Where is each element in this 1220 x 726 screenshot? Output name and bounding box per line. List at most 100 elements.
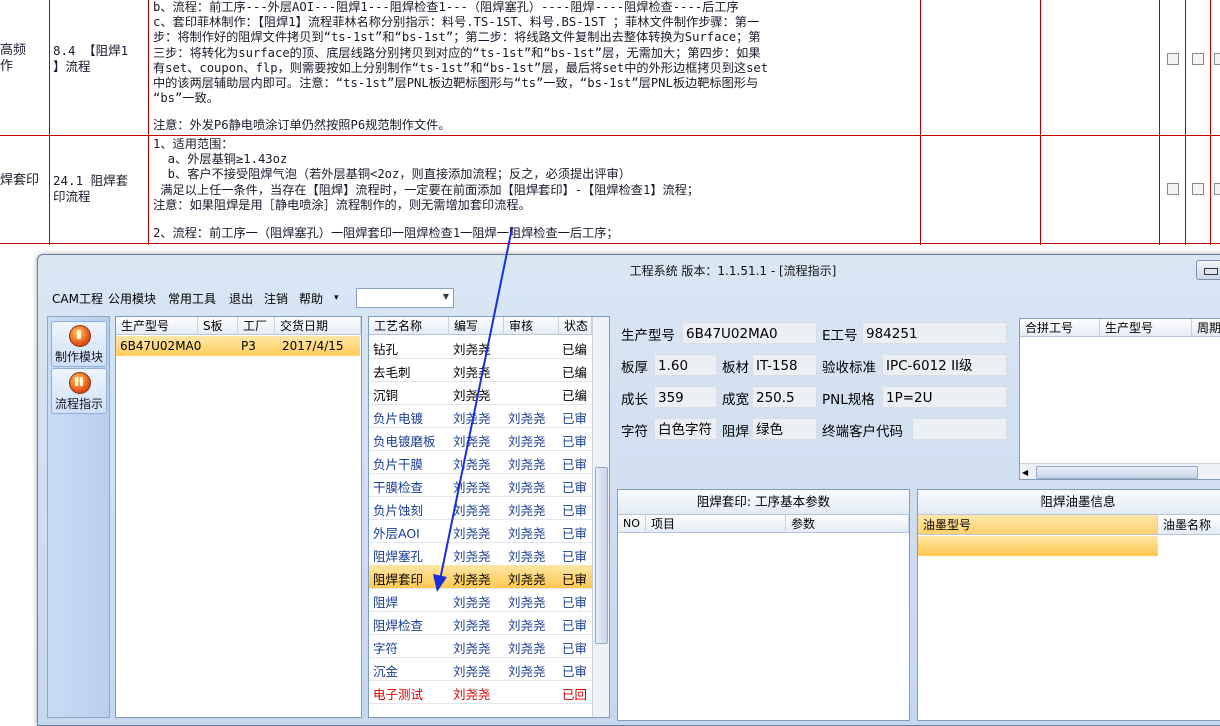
col-cycle[interactable]: 周期 [1192,319,1220,337]
process-name: 阻焊塞孔 [373,549,424,564]
restore-icon [1204,268,1218,275]
table-row[interactable]: 字符 刘尧尧 刘尧尧 已审 [369,634,592,658]
col-s-board[interactable]: S板 [198,317,238,335]
table-row[interactable]: 干膜检查 刘尧尧 刘尧尧 已审 [369,473,592,497]
doc-checkbox[interactable] [1214,183,1220,195]
length-label: 成长 [621,392,648,408]
menu-common-module[interactable]: 公用模块 [108,290,156,307]
standard-value[interactable]: IPC-6012 II级 [882,354,1007,376]
scroll-thumb[interactable] [595,467,608,644]
process-reviewer: 刘尧尧 [508,457,546,472]
doc-checkbox[interactable] [1214,53,1220,65]
merge-hscrollbar[interactable]: ◀ [1020,463,1220,479]
table-row[interactable]: 6B47U02MA0 P3 2017/4/15 [116,336,360,356]
pause-icon [69,372,91,394]
standard-label: 验收标准 [822,360,876,376]
process-name: 负电镀磨板 [373,434,436,449]
process-params: 阻焊套印: 工序基本参数 NO 项目 参数 [617,489,910,721]
model-value[interactable]: 6B47U02MA0 [682,322,817,344]
table-row[interactable]: 阻焊检查 刘尧尧 刘尧尧 已审 [369,611,592,635]
module-select[interactable]: ▼ [356,288,454,308]
process-reviewer: 刘尧尧 [508,526,546,541]
title-bar[interactable]: 工程系统 版本：1.1.51.1 - [流程指示] [38,255,1220,283]
table-row[interactable]: 负片干膜 刘尧尧 刘尧尧 已审 [369,450,592,474]
col-reviewer[interactable]: 审核 [504,317,559,335]
process-reviewer: 刘尧尧 [508,480,546,495]
table-row[interactable]: 负电镀磨板 刘尧尧 刘尧尧 已审 [369,427,592,451]
ink-info: 阻焊油墨信息 油墨型号 油墨名称 [917,489,1220,721]
window-title: 工程系统 版本：1.1.51.1 - [流程指示] [629,264,837,278]
process-name: 电子测试 [373,687,424,702]
process-reviewer: 刘尧尧 [508,434,546,449]
mask-value[interactable]: 绿色 [752,418,817,440]
flow-instruction-button[interactable]: 流程指示 [51,368,107,414]
pnl-label: PNL规格 [822,392,875,408]
table-row[interactable]: 沉铜 刘尧尧 已编 [369,381,592,405]
restore-button[interactable] [1196,260,1220,280]
e-number-label: E工号 [822,328,858,344]
process-writer: 刘尧尧 [453,457,491,472]
col-merge-model[interactable]: 生产型号 [1100,319,1192,337]
table-row[interactable]: 负片蚀刻 刘尧尧 刘尧尧 已审 [369,496,592,520]
doc-checkbox[interactable] [1192,53,1204,65]
col-writer[interactable]: 编写 [449,317,504,335]
material-value[interactable]: IT-158 [752,354,817,376]
col-merge-number[interactable]: 合拼工号 [1020,319,1100,337]
process-reviewer: 刘尧尧 [508,572,546,587]
length-value[interactable]: 359 [654,386,717,408]
table-row[interactable]: 负片电镀 刘尧尧 刘尧尧 已审 [369,404,592,428]
col-no[interactable]: NO [618,515,646,533]
menu-exit[interactable]: 退出 [229,290,253,307]
menu-dropdown-icon[interactable]: ▾ [334,293,339,303]
col-item[interactable]: 项目 [646,515,786,533]
chevron-left-icon[interactable]: ◀ [1022,468,1028,477]
process-writer: 刘尧尧 [453,641,491,656]
product-list: 生产型号 S板 工厂 交货日期 6B47U02MA0 P3 2017/4/15 [115,316,362,718]
doc-row2-col2: 24.1 阻焊套 印流程 [53,173,129,204]
doc-row1-text: b、流程：前工序---外层AOI---阻焊1---阻焊检查1---（阻焊塞孔）-… [153,0,769,106]
col-ink-model[interactable]: 油墨型号 [918,515,1158,535]
table-row[interactable]: 电子测试 刘尧尧 已回 [369,680,592,704]
process-name: 负片电镀 [373,411,424,426]
process-writer: 刘尧尧 [453,365,491,380]
table-row[interactable]: 阻焊塞孔 刘尧尧 刘尧尧 已审 [369,542,592,566]
col-factory[interactable]: 工厂 [238,317,275,335]
width-value[interactable]: 250.5 [752,386,817,408]
col-ink-name[interactable]: 油墨名称 [1158,515,1220,535]
process-status: 已审 [562,526,588,541]
doc-checkbox[interactable] [1192,183,1204,195]
table-row[interactable]: 阻焊 刘尧尧 刘尧尧 已审 [369,588,592,612]
process-writer: 刘尧尧 [453,687,491,702]
client-code-value[interactable] [912,418,1007,440]
table-row[interactable]: 钻孔 刘尧尧 已编 [369,335,592,359]
doc-checkbox[interactable] [1167,183,1179,195]
scroll-thumb[interactable] [1036,466,1198,479]
menu-cam[interactable]: CAM工程 [52,290,103,307]
table-row[interactable]: 沉金 刘尧尧 刘尧尧 已审 [369,657,592,681]
mask-label: 阻焊 [722,424,749,440]
menu-common-tools[interactable]: 常用工具 [168,290,216,307]
pnl-value[interactable]: 1P=2U [882,386,1007,408]
table-row[interactable]: 外层AOI 刘尧尧 刘尧尧 已审 [369,519,592,543]
col-model[interactable]: 生产型号 [116,317,198,335]
make-module-button[interactable]: 制作模块 [51,321,107,367]
col-process-name[interactable]: 工艺名称 [369,317,449,335]
process-scrollbar[interactable] [592,317,609,717]
table-row[interactable] [918,536,1158,556]
doc-checkbox[interactable] [1167,53,1179,65]
character-value[interactable]: 白色字符 [654,418,717,440]
e-number-value[interactable]: 984251 [862,322,1007,344]
thickness-value[interactable]: 1.60 [654,354,717,376]
doc-row1-col2: 8.4 【阻焊1 】流程 [53,43,129,74]
process-writer: 刘尧尧 [453,388,491,403]
process-writer: 刘尧尧 [453,434,491,449]
table-row[interactable]: 去毛刺 刘尧尧 已编 [369,358,592,382]
col-param[interactable]: 参数 [786,515,909,533]
table-row[interactable]: 阻焊套印 刘尧尧 刘尧尧 已审 [369,565,592,589]
process-status: 已编 [562,365,588,380]
col-delivery-date[interactable]: 交货日期 [275,317,361,335]
col-status[interactable]: 状态 [559,317,592,335]
menu-help[interactable]: 帮助 [299,290,323,307]
process-writer: 刘尧尧 [453,664,491,679]
menu-logout[interactable]: 注销 [264,290,288,307]
